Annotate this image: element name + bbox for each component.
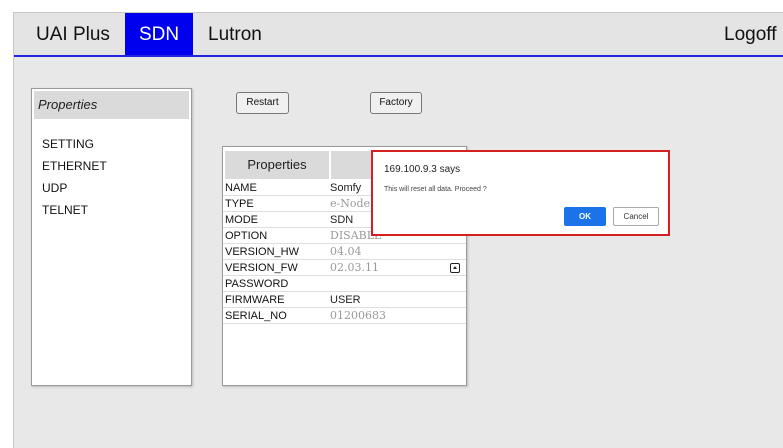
property-key: VERSION_FW: [225, 262, 298, 274]
property-key: PASSWORD: [225, 278, 289, 290]
confirm-dialog: 169.100.9.3 says This will reset all dat…: [371, 150, 670, 236]
upload-icon[interactable]: [450, 263, 460, 273]
property-key: SERIAL_NO: [225, 310, 287, 322]
property-key: OPTION: [225, 230, 268, 242]
property-value: 04.04: [330, 245, 362, 258]
factory-button[interactable]: Factory: [370, 92, 422, 114]
dialog-title: 169.100.9.3 says: [384, 164, 461, 175]
sidebar-item-udp[interactable]: UDP: [42, 177, 107, 199]
nav-tab-uai-plus[interactable]: UAI Plus: [36, 13, 110, 55]
sidebar-item-telnet[interactable]: TELNET: [42, 199, 107, 221]
restart-button[interactable]: Restart: [236, 92, 289, 114]
property-value: SDN: [330, 214, 354, 226]
column-header-properties: Properties: [225, 151, 329, 179]
sidebar-item-ethernet[interactable]: ETHERNET: [42, 155, 107, 177]
table-row: SERIAL_NO 01200683: [223, 308, 466, 324]
property-value: USER: [330, 294, 361, 306]
property-value: 02.03.11: [330, 261, 379, 274]
ok-button[interactable]: OK: [564, 207, 606, 226]
table-row: VERSION_HW 04.04: [223, 244, 466, 260]
cancel-button[interactable]: Cancel: [613, 207, 659, 226]
sidebar-list: SETTING ETHERNET UDP TELNET: [42, 133, 107, 221]
table-row: VERSION_FW 02.03.11: [223, 260, 466, 276]
table-row: FIRMWARE USER: [223, 292, 466, 308]
property-key: MODE: [225, 214, 258, 226]
sidebar-panel: Properties SETTING ETHERNET UDP TELNET: [31, 88, 192, 386]
nav-tab-sdn[interactable]: SDN: [125, 13, 193, 55]
property-value: Somfy: [330, 182, 362, 194]
sidebar-item-setting[interactable]: SETTING: [42, 133, 107, 155]
nav-tab-lutron[interactable]: Lutron: [208, 13, 262, 55]
sidebar-header: Properties: [34, 91, 189, 119]
table-row: PASSWORD: [223, 276, 466, 292]
top-navbar: UAI Plus SDN Lutron Logoff: [14, 13, 783, 57]
property-value: 01200683: [330, 309, 386, 322]
property-key: TYPE: [225, 198, 254, 210]
dialog-message: This will reset all data. Proceed ?: [384, 186, 487, 193]
property-key: VERSION_HW: [225, 246, 299, 258]
property-key: NAME: [225, 182, 257, 194]
logoff-link[interactable]: Logoff: [724, 13, 776, 55]
property-key: FIRMWARE: [225, 294, 285, 306]
